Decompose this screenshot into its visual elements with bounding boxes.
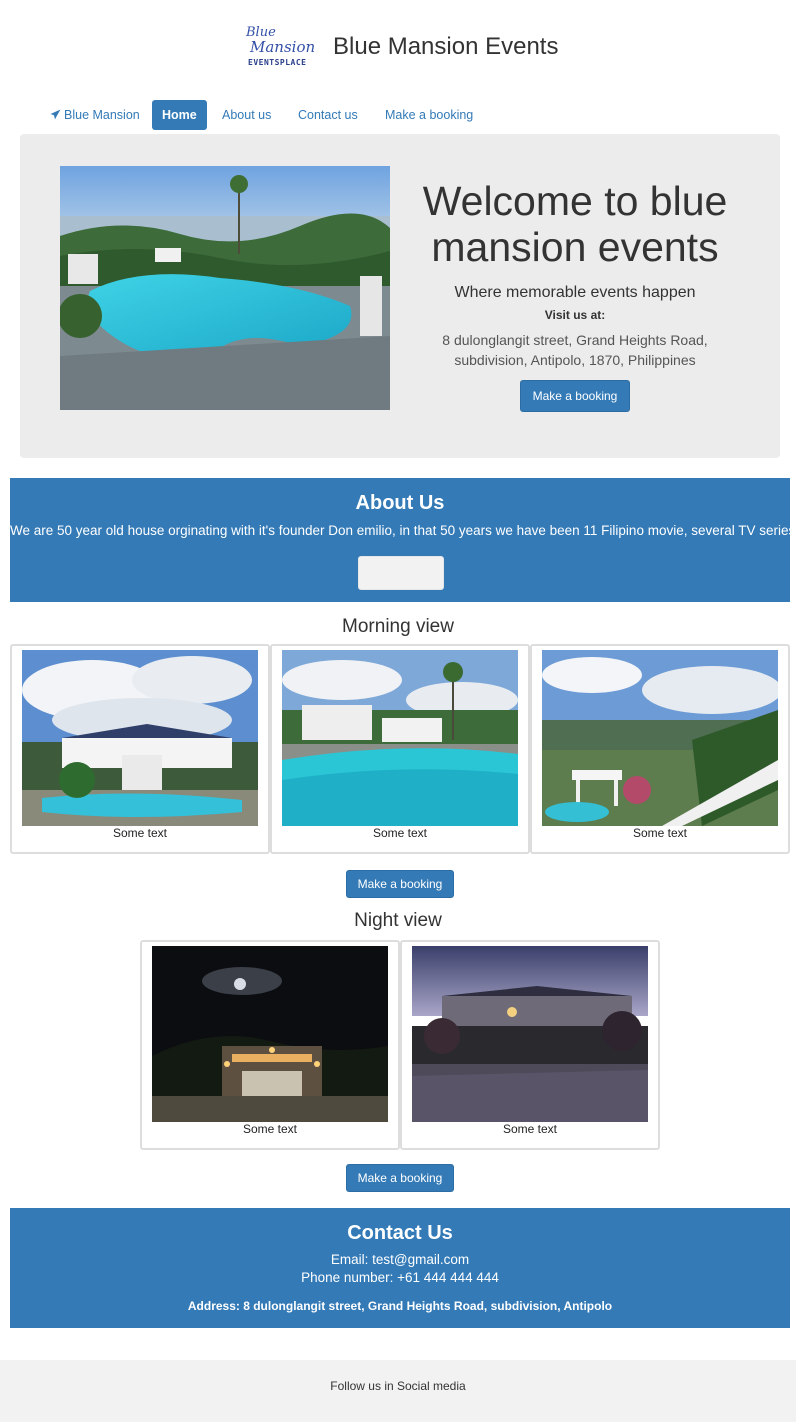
hero: Welcome to blue mansion events Where mem… bbox=[20, 134, 780, 458]
night-booking-button[interactable]: Make a booking bbox=[346, 1164, 454, 1192]
nav-brand[interactable]: Blue Mansion bbox=[40, 100, 150, 130]
night-title: Night view bbox=[354, 910, 442, 931]
about-text: We are 50 year old house orginating with… bbox=[10, 523, 796, 538]
site-header: Blue Mansion EVENTSPLACE Blue Mansion Ev… bbox=[0, 0, 796, 96]
hero-pool-photo bbox=[60, 166, 390, 410]
nav-item-booking[interactable]: Make a booking bbox=[375, 100, 483, 130]
contact-title: Contact Us bbox=[347, 1222, 453, 1244]
nav-brand-label: Blue Mansion bbox=[64, 108, 140, 122]
nav-item-home[interactable]: Home bbox=[152, 100, 207, 130]
hero-address: 8 dulonglangit street, Grand Heights Roa… bbox=[442, 332, 708, 368]
morning-photo-2 bbox=[282, 650, 518, 826]
night-card[interactable]: Some text bbox=[400, 940, 660, 1150]
card-caption: Some text bbox=[372, 826, 428, 840]
footer: Follow us in Social media bbox=[0, 1360, 796, 1422]
card-caption: Some text bbox=[502, 1122, 558, 1136]
morning-card[interactable]: Some text bbox=[10, 644, 270, 854]
contact-address: Address: 8 dulonglangit street, Grand He… bbox=[187, 1299, 613, 1313]
card-caption: Some text bbox=[242, 1122, 298, 1136]
contact-email: Email: test@gmail.com bbox=[330, 1252, 470, 1267]
logo-line-2: Mansion bbox=[250, 38, 316, 56]
logo-line-3: EVENTSPLACE bbox=[248, 58, 307, 67]
about-title: About Us bbox=[355, 492, 445, 514]
morning-photo-1 bbox=[22, 650, 258, 826]
morning-booking-button[interactable]: Make a booking bbox=[346, 870, 454, 898]
nav-item-contact[interactable]: Contact us bbox=[288, 100, 368, 130]
footer-text: Follow us in Social media bbox=[330, 1379, 466, 1393]
morning-card[interactable]: Some text bbox=[270, 644, 530, 854]
nav-item-about[interactable]: About us bbox=[212, 100, 281, 130]
hero-title: Welcome to blue mansion events bbox=[422, 178, 728, 270]
night-card[interactable]: Some text bbox=[140, 940, 400, 1150]
contact-us-button[interactable]: Contact Us bbox=[358, 556, 444, 590]
visit-label: Visit us at: bbox=[544, 308, 606, 322]
morning-card[interactable]: Some text bbox=[530, 644, 790, 854]
about-section: About Us We are 50 year old house orgina… bbox=[10, 478, 796, 602]
night-photo-1 bbox=[152, 946, 388, 1122]
night-photo-2 bbox=[412, 946, 648, 1122]
card-caption: Some text bbox=[112, 826, 168, 840]
morning-title: Morning view bbox=[342, 616, 454, 637]
paper-plane-icon bbox=[50, 109, 61, 120]
card-caption: Some text bbox=[632, 826, 688, 840]
logo[interactable]: Blue Mansion EVENTSPLACE bbox=[242, 22, 322, 74]
morning-photo-3 bbox=[542, 650, 778, 826]
hero-text: Welcome to blue mansion events Where mem… bbox=[405, 178, 745, 370]
hero-subtitle: Where memorable events happen bbox=[454, 284, 696, 301]
hero-booking-button[interactable]: Make a booking bbox=[520, 380, 630, 412]
contact-phone: Phone number: +61 444 444 444 bbox=[301, 1270, 499, 1285]
contact-section: Contact Us Email: test@gmail.com Phone n… bbox=[10, 1208, 790, 1328]
site-title: Blue Mansion Events bbox=[333, 33, 559, 60]
